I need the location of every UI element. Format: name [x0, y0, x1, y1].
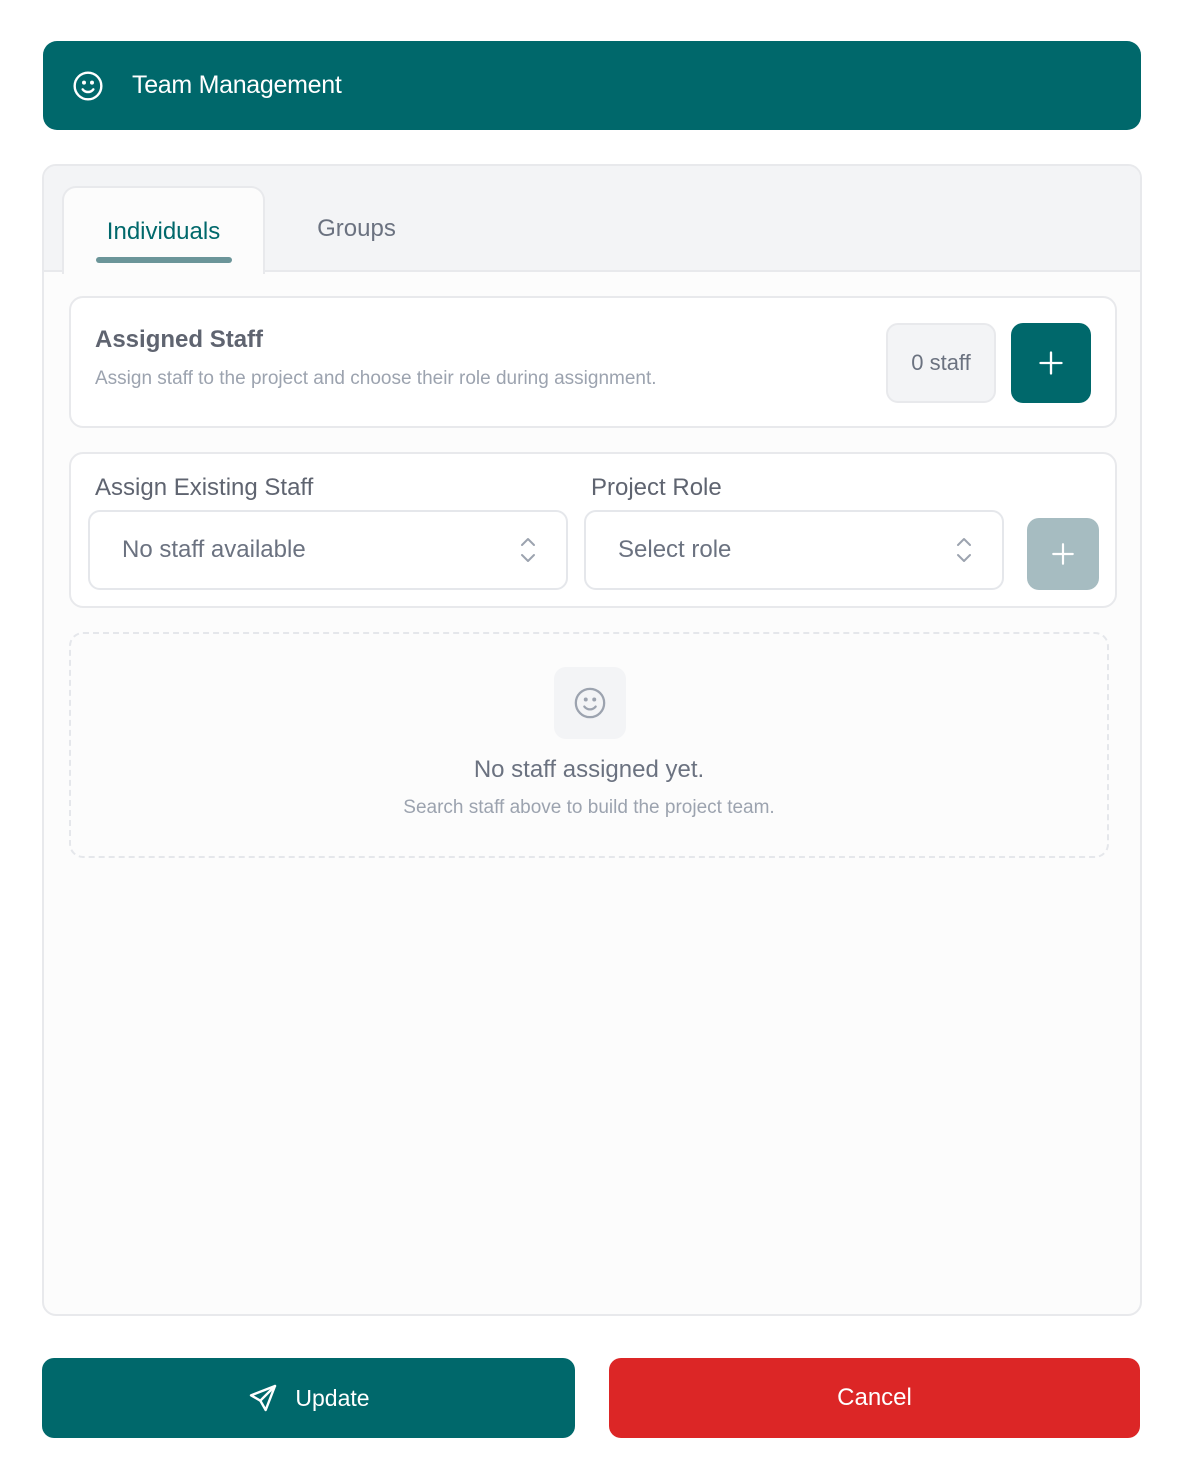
- assigned-staff-title: Assigned Staff: [95, 326, 264, 353]
- team-panel: Individuals Groups Assigned Staff Assign…: [42, 164, 1142, 1316]
- tab-label: Groups: [317, 215, 396, 242]
- add-staff-button[interactable]: [1011, 323, 1091, 403]
- smile-icon: [554, 667, 626, 739]
- role-field-label: Project Role: [591, 474, 722, 501]
- cancel-button[interactable]: Cancel: [609, 1358, 1140, 1438]
- staff-select-value: No staff available: [122, 536, 306, 563]
- cancel-label: Cancel: [837, 1384, 912, 1411]
- empty-state-title: No staff assigned yet.: [473, 756, 705, 783]
- page-header: Team Management: [43, 41, 1141, 130]
- tab-groups[interactable]: Groups: [274, 186, 439, 274]
- empty-state: No staff assigned yet. Search staff abov…: [69, 632, 1109, 858]
- assign-add-button[interactable]: [1027, 518, 1099, 590]
- tab-bar: Individuals Groups: [44, 166, 1140, 274]
- plus-icon: [1052, 543, 1074, 565]
- active-tab-indicator: [96, 257, 232, 263]
- send-icon: [250, 1384, 277, 1412]
- tab-individuals[interactable]: Individuals: [62, 186, 265, 274]
- staff-select[interactable]: No staff available: [88, 510, 568, 590]
- chevron-up-down-icon: [521, 538, 535, 562]
- empty-state-subtitle: Search staff above to build the project …: [403, 797, 775, 818]
- staff-field-label: Assign Existing Staff: [95, 474, 314, 501]
- plus-icon: [1039, 351, 1063, 375]
- assign-staff-form: Assign Existing Staff No staff available…: [69, 452, 1117, 608]
- page-title: Team Management: [132, 71, 342, 99]
- update-label: Update: [295, 1384, 370, 1411]
- smile-icon: [71, 69, 105, 103]
- assigned-staff-subtitle: Assign staff to the project and choose t…: [95, 368, 657, 389]
- tab-label: Individuals: [106, 218, 221, 245]
- role-select-value: Select role: [618, 536, 732, 563]
- update-button[interactable]: Update: [42, 1358, 575, 1438]
- assigned-staff-card: Assigned Staff Assign staff to the proje…: [69, 296, 1117, 428]
- chevron-up-down-icon: [957, 538, 971, 562]
- role-select[interactable]: Select role: [584, 510, 1004, 590]
- staff-count-badge: 0 staff: [886, 323, 996, 403]
